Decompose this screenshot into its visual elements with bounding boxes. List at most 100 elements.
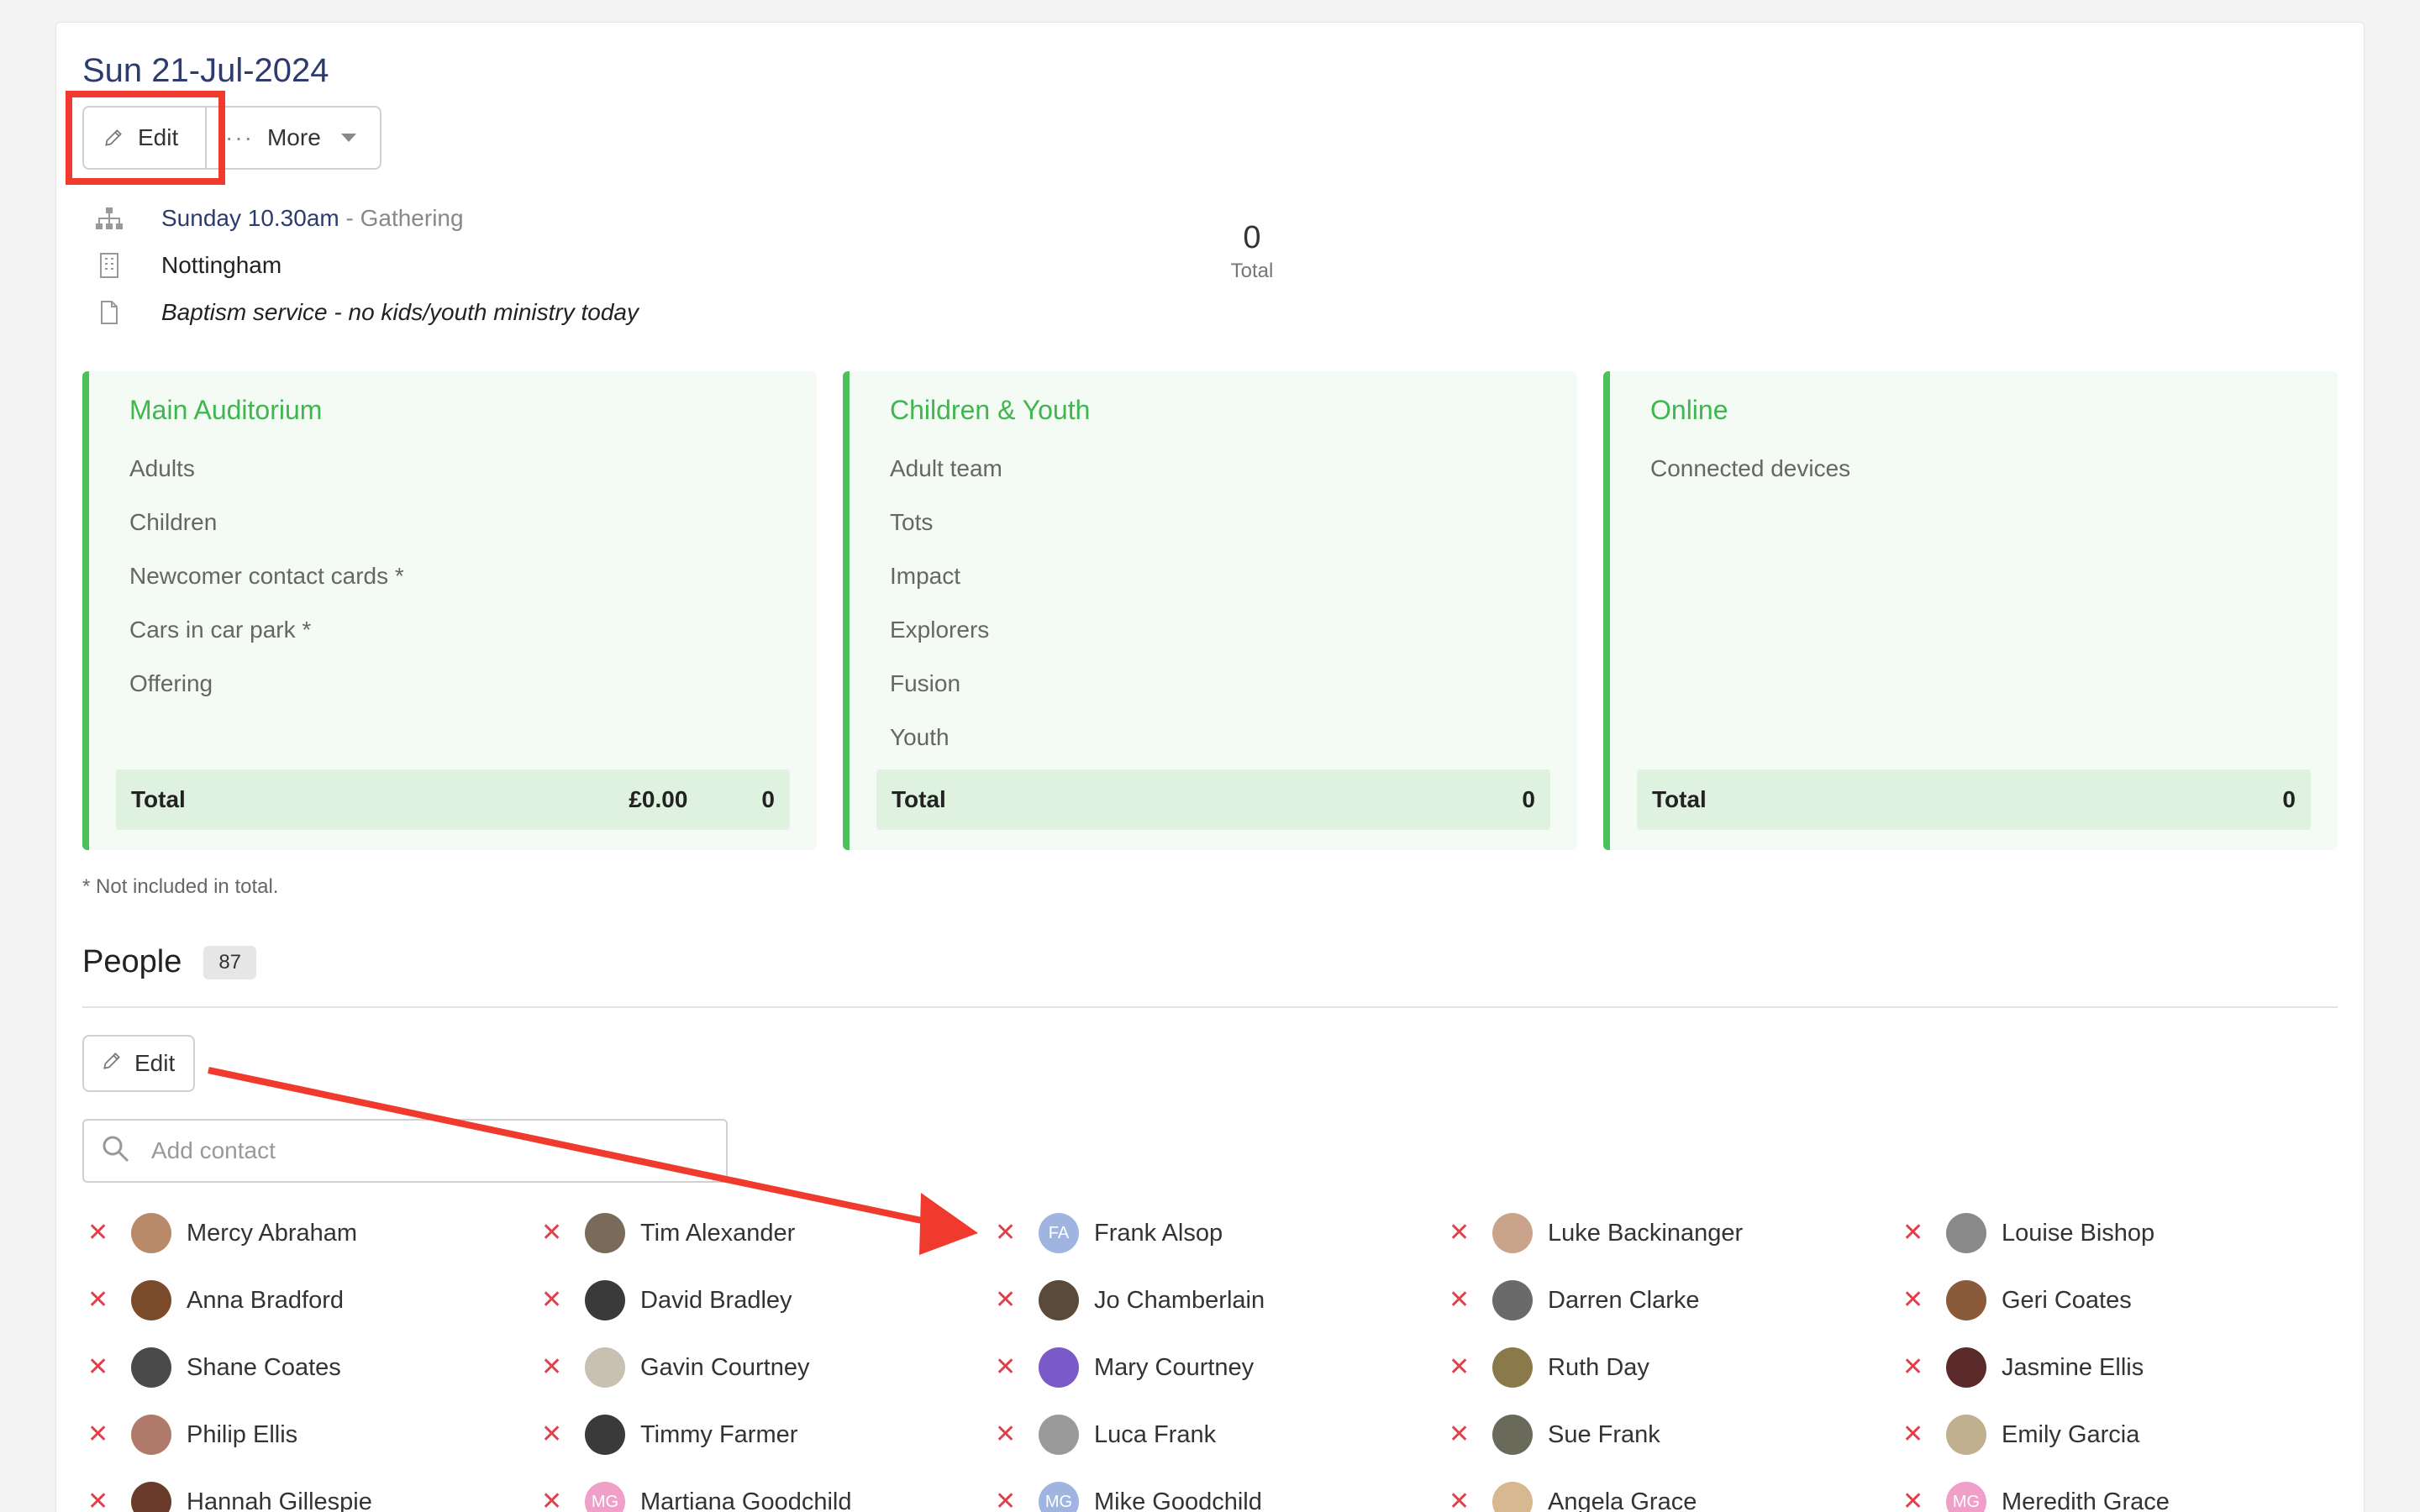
person-name[interactable]: Sue Frank xyxy=(1548,1421,1660,1449)
person-name[interactable]: Mike Goodchild xyxy=(1094,1488,1262,1512)
avatar xyxy=(1946,1213,1986,1253)
panel-total: Total 0 xyxy=(1637,769,2311,830)
person-item: ✕ Emily Garcia xyxy=(1902,1415,2356,1455)
remove-icon[interactable]: ✕ xyxy=(87,1422,121,1447)
panel-title: Online xyxy=(1650,395,1728,425)
people-grid: ✕ Mercy Abraham ✕ Tim Alexander ✕ FA Frank Als… xyxy=(87,1213,2356,1512)
person-name[interactable]: Shane Coates xyxy=(187,1354,341,1382)
remove-icon[interactable]: ✕ xyxy=(541,1355,575,1380)
avatar xyxy=(1946,1347,1986,1388)
remove-icon[interactable]: ✕ xyxy=(1449,1355,1482,1380)
person-name[interactable]: Jasmine Ellis xyxy=(2002,1354,2144,1382)
note-row: Baptism service - no kids/youth ministry… xyxy=(92,299,639,326)
avatar: MG xyxy=(1039,1482,1079,1512)
avatar xyxy=(131,1482,171,1512)
person-item: ✕ Gavin Courtney xyxy=(541,1347,995,1388)
remove-icon[interactable]: ✕ xyxy=(1902,1221,1936,1246)
person-item: ✕ Mary Courtney xyxy=(995,1347,1449,1388)
remove-icon[interactable]: ✕ xyxy=(1449,1489,1482,1512)
panel-row[interactable]: Children xyxy=(129,509,404,563)
panel-row[interactable]: Adult team xyxy=(890,455,1002,509)
person-name[interactable]: Anna Bradford xyxy=(187,1287,344,1315)
person-name[interactable]: Luca Frank xyxy=(1094,1421,1216,1449)
person-item: ✕ Sue Frank xyxy=(1449,1415,1902,1455)
panel-row[interactable]: Offering xyxy=(129,670,404,724)
remove-icon[interactable]: ✕ xyxy=(995,1355,1028,1380)
person-item: ✕ Hannah Gillespie xyxy=(87,1482,541,1512)
person-name[interactable]: Philip Ellis xyxy=(187,1421,297,1449)
remove-icon[interactable]: ✕ xyxy=(1449,1221,1482,1246)
panel-row[interactable]: Tots xyxy=(890,509,1002,563)
person-name[interactable]: Timmy Farmer xyxy=(640,1421,797,1449)
avatar xyxy=(1492,1482,1533,1512)
summary-total: 0 Total xyxy=(1210,220,1294,283)
panel-row[interactable]: Explorers xyxy=(890,617,1002,670)
remove-icon[interactable]: ✕ xyxy=(1449,1422,1482,1447)
person-name[interactable]: Hannah Gillespie xyxy=(187,1488,372,1512)
building-icon xyxy=(92,252,126,279)
more-button[interactable]: ··· More xyxy=(207,108,375,168)
add-contact-input[interactable] xyxy=(151,1137,655,1164)
remove-icon[interactable]: ✕ xyxy=(541,1221,575,1246)
person-item: ✕ Jo Chamberlain xyxy=(995,1280,1449,1320)
person-name[interactable]: Gavin Courtney xyxy=(640,1354,810,1382)
person-name[interactable]: Louise Bishop xyxy=(2002,1220,2154,1247)
search-icon xyxy=(101,1134,131,1168)
person-name[interactable]: Jo Chamberlain xyxy=(1094,1287,1265,1315)
remove-icon[interactable]: ✕ xyxy=(1902,1355,1936,1380)
person-name[interactable]: Mary Courtney xyxy=(1094,1354,1254,1382)
panel-total: Total 0 xyxy=(876,769,1550,830)
panel-row[interactable]: Impact xyxy=(890,563,1002,617)
person-name[interactable]: Martiana Goodchild xyxy=(640,1488,851,1512)
add-contact-search xyxy=(82,1119,728,1183)
person-item: ✕ Angela Grace xyxy=(1449,1482,1902,1512)
remove-icon[interactable]: ✕ xyxy=(1902,1288,1936,1313)
panel-total-label: Total xyxy=(131,786,186,812)
remove-icon[interactable]: ✕ xyxy=(995,1422,1028,1447)
person-name[interactable]: Frank Alsop xyxy=(1094,1220,1223,1247)
remove-icon[interactable]: ✕ xyxy=(541,1422,575,1447)
avatar xyxy=(131,1415,171,1455)
service-link[interactable]: Sunday 10.30am xyxy=(161,205,339,231)
panel-row[interactable]: Newcomer contact cards * xyxy=(129,563,404,617)
person-name[interactable]: Mercy Abraham xyxy=(187,1220,357,1247)
remove-icon[interactable]: ✕ xyxy=(87,1288,121,1313)
person-name[interactable]: Darren Clarke xyxy=(1548,1287,1700,1315)
avatar xyxy=(1492,1415,1533,1455)
remove-icon[interactable]: ✕ xyxy=(541,1489,575,1512)
remove-icon[interactable]: ✕ xyxy=(1902,1422,1936,1447)
person-item: ✕ Darren Clarke xyxy=(1449,1280,1902,1320)
panel-title: Main Auditorium xyxy=(129,395,323,425)
remove-icon[interactable]: ✕ xyxy=(541,1288,575,1313)
person-item: ✕ Mercy Abraham xyxy=(87,1213,541,1253)
remove-icon[interactable]: ✕ xyxy=(995,1221,1028,1246)
remove-icon[interactable]: ✕ xyxy=(87,1355,121,1380)
people-edit-button[interactable]: Edit xyxy=(82,1035,195,1092)
person-name[interactable]: Luke Backinanger xyxy=(1548,1220,1743,1247)
remove-icon[interactable]: ✕ xyxy=(87,1221,121,1246)
remove-icon[interactable]: ✕ xyxy=(1449,1288,1482,1313)
panel-row[interactable]: Fusion xyxy=(890,670,1002,724)
document-icon xyxy=(92,300,126,325)
person-name[interactable]: David Bradley xyxy=(640,1287,792,1315)
panel-total-count: 0 xyxy=(761,786,775,812)
remove-icon[interactable]: ✕ xyxy=(1902,1489,1936,1512)
summary-total-label: Total xyxy=(1230,260,1274,282)
person-name[interactable]: Ruth Day xyxy=(1548,1354,1649,1382)
person-name[interactable]: Tim Alexander xyxy=(640,1220,795,1247)
panel-row[interactable]: Adults xyxy=(129,455,404,509)
person-name[interactable]: Meredith Grace xyxy=(2002,1488,2170,1512)
edit-button[interactable]: Edit xyxy=(84,108,207,168)
panel-row[interactable]: Cars in car park * xyxy=(129,617,404,670)
person-name[interactable]: Angela Grace xyxy=(1548,1488,1697,1512)
avatar xyxy=(131,1213,171,1253)
avatar xyxy=(1946,1415,1986,1455)
remove-icon[interactable]: ✕ xyxy=(87,1489,121,1512)
panel-online: Online Connected devices Total 0 xyxy=(1603,371,2338,850)
person-name[interactable]: Geri Coates xyxy=(2002,1287,2132,1315)
person-name[interactable]: Emily Garcia xyxy=(2002,1421,2139,1449)
panel-row[interactable]: Connected devices xyxy=(1650,455,1850,509)
note-text: Baptism service - no kids/youth ministry… xyxy=(161,299,639,325)
remove-icon[interactable]: ✕ xyxy=(995,1489,1028,1512)
remove-icon[interactable]: ✕ xyxy=(995,1288,1028,1313)
